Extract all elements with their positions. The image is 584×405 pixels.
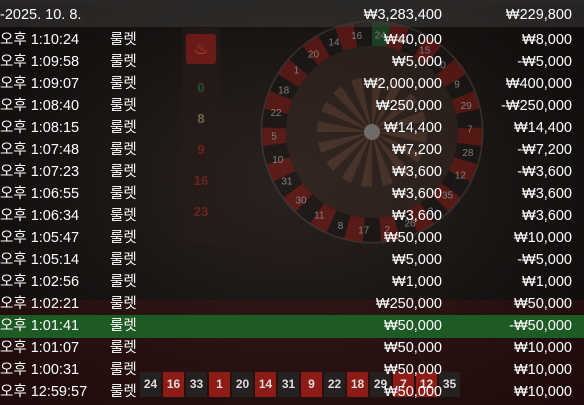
table-row[interactable]: 오후 1:10:24 룰렛 ₩40,000 ₩8,000	[0, 29, 584, 52]
row-win: -₩50,000	[509, 318, 572, 334]
row-bet: ₩3,600	[392, 208, 442, 224]
table-row[interactable]: 오후 1:08:40 룰렛 ₩250,000 -₩250,000	[0, 95, 584, 118]
table-row[interactable]: 오후 1:02:56 룰렛 ₩1,000 ₩1,000	[0, 271, 584, 294]
table-row[interactable]: 오후 12:59:57 룰렛 ₩50,000 ₩10,000	[0, 381, 584, 404]
table-row[interactable]: 오후 1:09:07 룰렛 ₩2,000,000 ₩400,000	[0, 73, 584, 96]
row-game: 룰렛	[110, 318, 137, 334]
table-row[interactable]: 오후 1:06:34 룰렛 ₩3,600 ₩3,600	[0, 205, 584, 228]
row-bet: ₩50,000	[383, 318, 442, 334]
row-game: 룰렛	[110, 54, 137, 70]
row-win: ₩1,000	[522, 274, 572, 290]
row-bet: ₩1,000	[392, 274, 442, 290]
row-time: 오후 1:02:21	[0, 296, 80, 312]
row-time: 오후 1:05:14	[0, 252, 80, 268]
row-bet: ₩40,000	[383, 32, 442, 48]
row-game: 룰렛	[110, 98, 137, 114]
row-win: -₩7,200	[517, 142, 572, 158]
row-time: 오후 1:02:56	[0, 274, 80, 290]
row-win: ₩10,000	[513, 362, 572, 378]
table-row[interactable]: 오후 1:07:48 룰렛 ₩7,200 -₩7,200	[0, 139, 584, 162]
row-game: 룰렛	[110, 274, 137, 290]
row-time: 오후 1:09:07	[0, 76, 80, 92]
row-bet: ₩3,600	[392, 164, 442, 180]
row-game: 룰렛	[110, 362, 137, 378]
row-time: 오후 1:08:40	[0, 98, 80, 114]
date-summary-row[interactable]: -2025. 10. 8. ₩3,283,400 ₩229,800	[0, 4, 584, 27]
row-win: -₩5,000	[517, 252, 572, 268]
row-bet: ₩50,000	[383, 230, 442, 246]
row-time: 오후 1:01:07	[0, 340, 80, 356]
row-bet: ₩50,000	[383, 340, 442, 356]
row-game: 룰렛	[110, 340, 137, 356]
row-win: -₩3,600	[517, 164, 572, 180]
row-time: 오후 1:10:24	[0, 32, 80, 48]
row-game: 룰렛	[110, 230, 137, 246]
total-bet: ₩3,283,400	[363, 7, 442, 23]
row-bet: ₩2,000,000	[363, 76, 442, 92]
row-bet: ₩7,200	[392, 142, 442, 158]
row-game: 룰렛	[110, 296, 137, 312]
row-win: -₩5,000	[517, 54, 572, 70]
row-win: ₩50,000	[513, 296, 572, 312]
row-win: ₩14,400	[513, 120, 572, 136]
total-win: ₩229,800	[505, 7, 572, 23]
row-time: 오후 1:05:47	[0, 230, 80, 246]
row-bet: ₩14,400	[383, 120, 442, 136]
row-time: 오후 1:01:41	[0, 318, 80, 334]
row-time: 오후 1:00:31	[0, 362, 80, 378]
row-time: 오후 1:08:15	[0, 120, 80, 136]
row-game: 룰렛	[110, 164, 137, 180]
row-bet: ₩50,000	[383, 384, 442, 400]
row-time: 오후 1:06:55	[0, 186, 80, 202]
row-bet: ₩5,000	[392, 54, 442, 70]
row-win: ₩8,000	[522, 32, 572, 48]
row-win: ₩3,600	[522, 186, 572, 202]
table-row[interactable]: 오후 1:08:15 룰렛 ₩14,400 ₩14,400	[0, 117, 584, 140]
table-row[interactable]: 오후 1:09:58 룰렛 ₩5,000 -₩5,000	[0, 51, 584, 74]
row-bet: ₩50,000	[383, 362, 442, 378]
row-win: ₩3,600	[522, 208, 572, 224]
row-game: 룰렛	[110, 384, 137, 400]
table-row[interactable]: 오후 1:02:21 룰렛 ₩250,000 ₩50,000	[0, 293, 584, 316]
row-game: 룰렛	[110, 76, 137, 92]
row-win: -₩250,000	[501, 98, 572, 114]
row-win: ₩10,000	[513, 340, 572, 356]
row-game: 룰렛	[110, 208, 137, 224]
table-row[interactable]: 오후 1:01:07 룰렛 ₩50,000 ₩10,000	[0, 337, 584, 360]
table-row[interactable]: 오후 1:06:55 룰렛 ₩3,600 ₩3,600	[0, 183, 584, 206]
row-bet: ₩5,000	[392, 252, 442, 268]
table-row[interactable]: 오후 1:05:47 룰렛 ₩50,000 ₩10,000	[0, 227, 584, 250]
row-game: 룰렛	[110, 186, 137, 202]
row-game: 룰렛	[110, 120, 137, 136]
table-row[interactable]: 오후 1:01:41 룰렛 ₩50,000 -₩50,000	[0, 315, 584, 338]
row-time: 오후 1:09:58	[0, 54, 80, 70]
row-game: 룰렛	[110, 252, 137, 268]
row-game: 룰렛	[110, 142, 137, 158]
row-game: 룰렛	[110, 32, 137, 48]
row-bet: ₩3,600	[392, 186, 442, 202]
table-row[interactable]: 오후 1:05:14 룰렛 ₩5,000 -₩5,000	[0, 249, 584, 272]
row-time: 오후 12:59:57	[0, 384, 88, 400]
row-win: ₩10,000	[513, 230, 572, 246]
row-bet: ₩250,000	[375, 296, 442, 312]
date-label: -2025. 10. 8.	[0, 7, 82, 23]
table-row[interactable]: 오후 1:07:23 룰렛 ₩3,600 -₩3,600	[0, 161, 584, 184]
row-time: 오후 1:06:34	[0, 208, 80, 224]
row-win: ₩10,000	[513, 384, 572, 400]
row-time: 오후 1:07:48	[0, 142, 80, 158]
row-win: ₩400,000	[505, 76, 572, 92]
row-time: 오후 1:07:23	[0, 164, 80, 180]
row-bet: ₩250,000	[375, 98, 442, 114]
table-row[interactable]: 오후 1:00:31 룰렛 ₩50,000 ₩10,000	[0, 359, 584, 382]
